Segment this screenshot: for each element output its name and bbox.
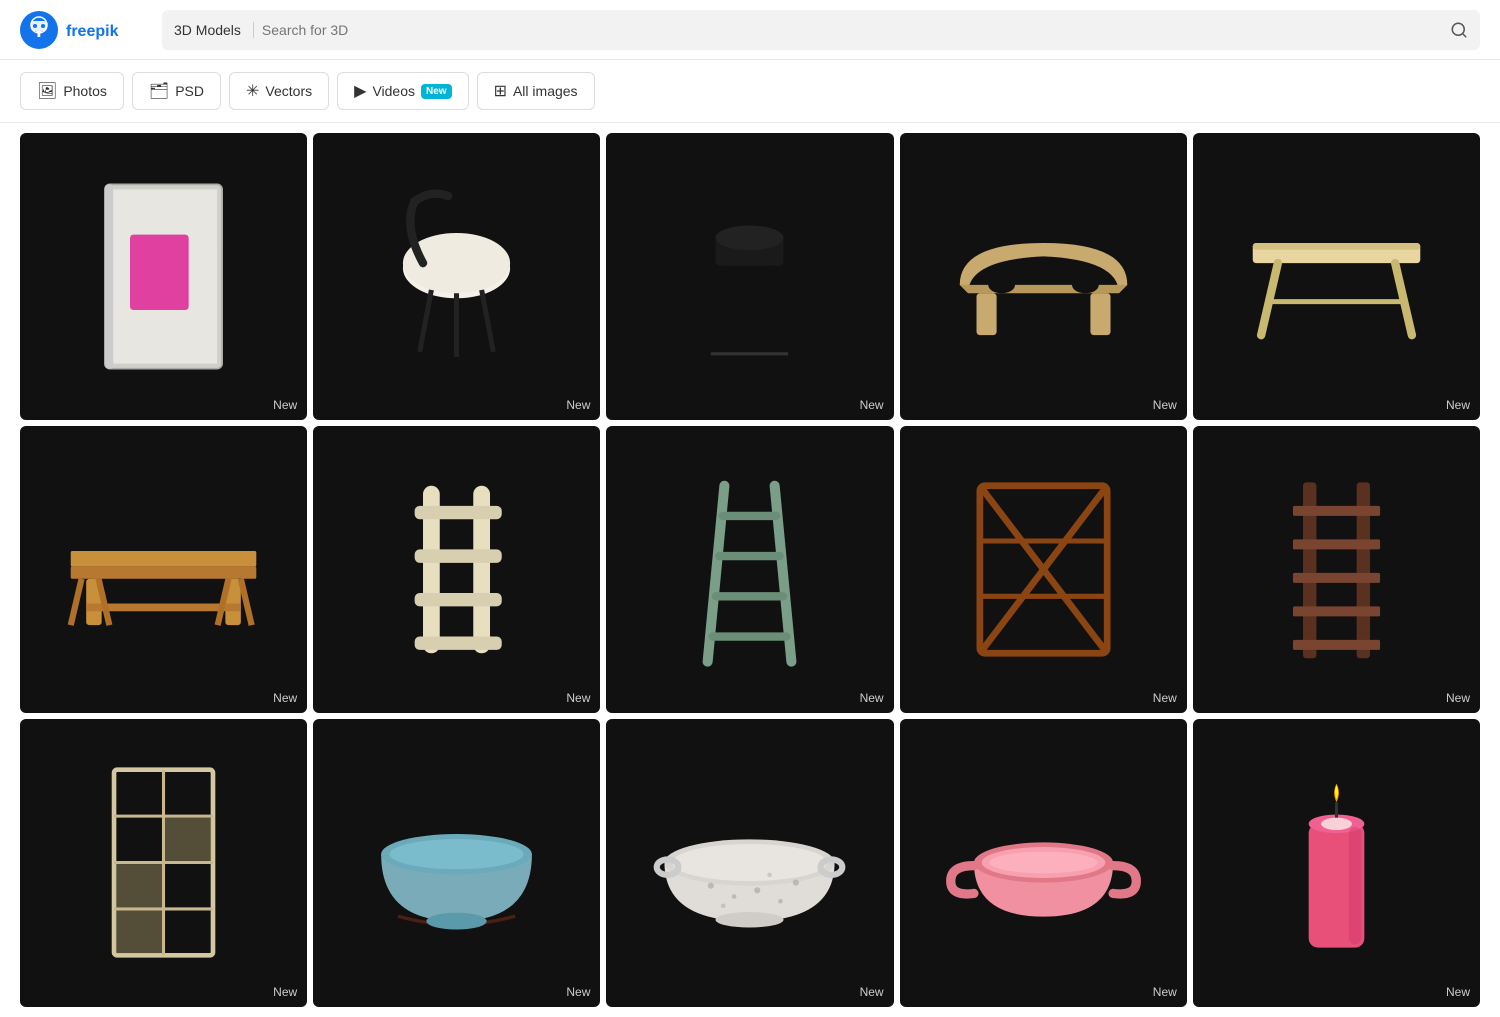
search-button[interactable] bbox=[1450, 21, 1468, 39]
grid-item-barstool-dark[interactable]: New bbox=[606, 133, 893, 420]
grid-item-ladder-shelf-green[interactable]: New bbox=[606, 426, 893, 713]
vectors-icon: ✳ bbox=[246, 81, 259, 101]
grid-item-speckled-bowl[interactable]: New bbox=[606, 719, 893, 1006]
grid-item-stool[interactable]: New bbox=[313, 133, 600, 420]
item-badge-1: New bbox=[273, 398, 297, 412]
search-bar: 3D Models bbox=[162, 10, 1480, 50]
grid-item-pink-bowl[interactable]: New bbox=[900, 719, 1187, 1006]
logo[interactable]: f freepik bbox=[20, 11, 146, 49]
tab-videos-label: Videos bbox=[372, 83, 415, 99]
item-badge-15: New bbox=[1446, 985, 1470, 999]
item-badge-2: New bbox=[566, 398, 590, 412]
grid-item-bench[interactable]: New bbox=[20, 426, 307, 713]
svg-text:freepik: freepik bbox=[66, 23, 119, 40]
item-badge-14: New bbox=[1153, 985, 1177, 999]
item-badge-9: New bbox=[1153, 691, 1177, 705]
videos-new-badge: New bbox=[421, 84, 452, 99]
search-icon bbox=[1450, 21, 1468, 39]
tab-photos-label: Photos bbox=[63, 83, 107, 99]
nav-tabs: 🖼 Photos 🗂 PSD ✳ Vectors ▶ Videos New ⊞ … bbox=[0, 60, 1500, 123]
item-badge-5: New bbox=[1446, 398, 1470, 412]
grid-item-notebook[interactable]: New bbox=[20, 133, 307, 420]
grid-item-blue-bowl[interactable]: New bbox=[313, 719, 600, 1006]
tab-all-images[interactable]: ⊞ All images bbox=[477, 72, 595, 110]
grid-item-tiered-shelf-dark[interactable]: New bbox=[1193, 426, 1480, 713]
image-grid: New New bbox=[0, 123, 1500, 1017]
grid-item-modular-bookcase[interactable]: New bbox=[20, 719, 307, 1006]
item-badge-12: New bbox=[566, 985, 590, 999]
tab-videos[interactable]: ▶ Videos New bbox=[337, 72, 468, 110]
freepik-wordmark: freepik bbox=[66, 19, 146, 41]
grid-item-shelf-beige[interactable]: New bbox=[313, 426, 600, 713]
search-input[interactable] bbox=[262, 22, 1442, 38]
header: f freepik 3D Models bbox=[0, 0, 1500, 60]
tab-vectors-label: Vectors bbox=[265, 83, 312, 99]
tab-psd-label: PSD bbox=[175, 83, 204, 99]
item-badge-6: New bbox=[273, 691, 297, 705]
item-badge-10: New bbox=[1446, 691, 1470, 705]
search-category-label: 3D Models bbox=[174, 22, 254, 38]
videos-icon: ▶ bbox=[354, 81, 366, 101]
tab-psd[interactable]: 🗂 PSD bbox=[132, 72, 221, 110]
tab-vectors[interactable]: ✳ Vectors bbox=[229, 72, 329, 110]
tab-photos[interactable]: 🖼 Photos bbox=[20, 72, 124, 110]
grid-item-candle[interactable]: New bbox=[1193, 719, 1480, 1006]
item-badge-4: New bbox=[1153, 398, 1177, 412]
grid-item-xshelf-brown[interactable]: New bbox=[900, 426, 1187, 713]
grid-item-wooden-table-small[interactable]: New bbox=[900, 133, 1187, 420]
item-badge-11: New bbox=[273, 985, 297, 999]
psd-icon: 🗂 bbox=[149, 81, 169, 101]
item-badge-8: New bbox=[860, 691, 884, 705]
item-badge-13: New bbox=[860, 985, 884, 999]
photo-icon: 🖼 bbox=[37, 81, 57, 101]
tab-all-images-label: All images bbox=[513, 83, 578, 99]
item-badge-3: New bbox=[860, 398, 884, 412]
all-images-icon: ⊞ bbox=[494, 81, 507, 101]
item-badge-7: New bbox=[566, 691, 590, 705]
freepik-logo-icon: f bbox=[20, 11, 58, 49]
grid-item-folding-table[interactable]: New bbox=[1193, 133, 1480, 420]
